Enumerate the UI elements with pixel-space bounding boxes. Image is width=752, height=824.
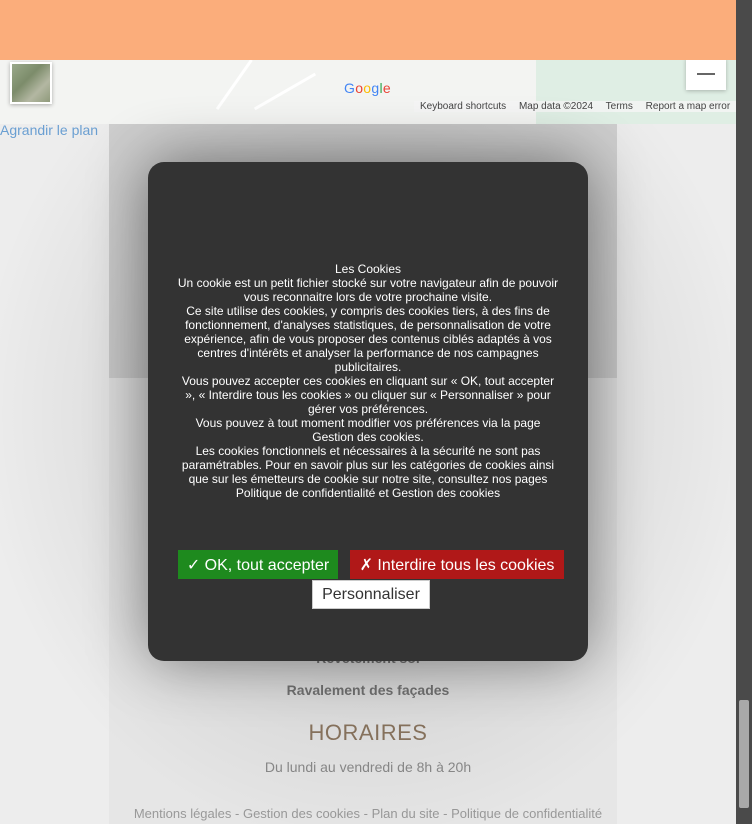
sitemap-link[interactable]: Plan du site xyxy=(372,806,440,821)
map-road xyxy=(215,60,253,111)
cookie-paragraph: Vous pouvez accepter ces cookies en cliq… xyxy=(181,374,555,416)
scrollbar-thumb[interactable] xyxy=(739,700,749,808)
legal-notice-link[interactable]: Mentions légales xyxy=(134,806,232,821)
cookie-paragraph: Ce site utilise des cookies, y compris d… xyxy=(184,304,552,374)
cookie-title: Les Cookies xyxy=(334,262,402,276)
accept-all-cookies-button[interactable]: ✓ OK, tout accepter xyxy=(178,550,338,579)
enlarge-map-link[interactable]: Agrandir le plan xyxy=(0,122,98,138)
cookie-paragraph: Un cookie est un petit fichier stocké su… xyxy=(177,276,559,304)
minus-icon xyxy=(697,73,715,75)
map-data-label: Map data ©2024 xyxy=(518,101,594,112)
zoom-out-button[interactable] xyxy=(686,60,726,90)
hours-heading: HORAIRES xyxy=(308,720,428,745)
satellite-toggle-button[interactable] xyxy=(10,62,52,104)
report-map-error-link[interactable]: Report a map error xyxy=(646,101,730,112)
footer-links: Mentions légales - Gestion des cookies -… xyxy=(0,806,736,821)
cookie-paragraph: Vous pouvez à tout moment modifier vos p… xyxy=(195,416,541,444)
google-logo: Google xyxy=(344,80,391,96)
footer-separator: - xyxy=(360,806,372,821)
map-embed[interactable]: Google Keyboard shortcuts Map data ©2024… xyxy=(0,60,736,124)
terms-link[interactable]: Terms xyxy=(606,101,633,112)
cookie-management-link[interactable]: Gestion des cookies xyxy=(243,806,360,821)
customize-cookies-button[interactable]: Personnaliser xyxy=(312,580,430,609)
keyboard-shortcuts-link[interactable]: Keyboard shortcuts xyxy=(420,101,506,112)
map-footer: Keyboard shortcuts Map data ©2024 Terms … xyxy=(414,101,736,112)
cookie-paragraph: Les cookies fonctionnels et nécessaires … xyxy=(181,444,555,500)
cookie-text: Les Cookies Un cookie est un petit fichi… xyxy=(176,262,560,500)
cookie-consent-dialog: Les Cookies Un cookie est un petit fichi… xyxy=(148,162,588,661)
footer-separator: - xyxy=(231,806,243,821)
page-scrollbar[interactable] xyxy=(736,0,752,824)
service-item[interactable]: Ravalement des façades xyxy=(0,682,736,698)
site-header-band xyxy=(0,0,736,60)
map-road xyxy=(253,72,317,111)
privacy-policy-link[interactable]: Politique de confidentialité xyxy=(451,806,602,821)
deny-all-cookies-button[interactable]: ✗ Interdire tous les cookies xyxy=(350,550,564,579)
footer-separator: - xyxy=(439,806,452,821)
hours-text: Du lundi au vendredi de 8h à 20h xyxy=(264,759,472,775)
